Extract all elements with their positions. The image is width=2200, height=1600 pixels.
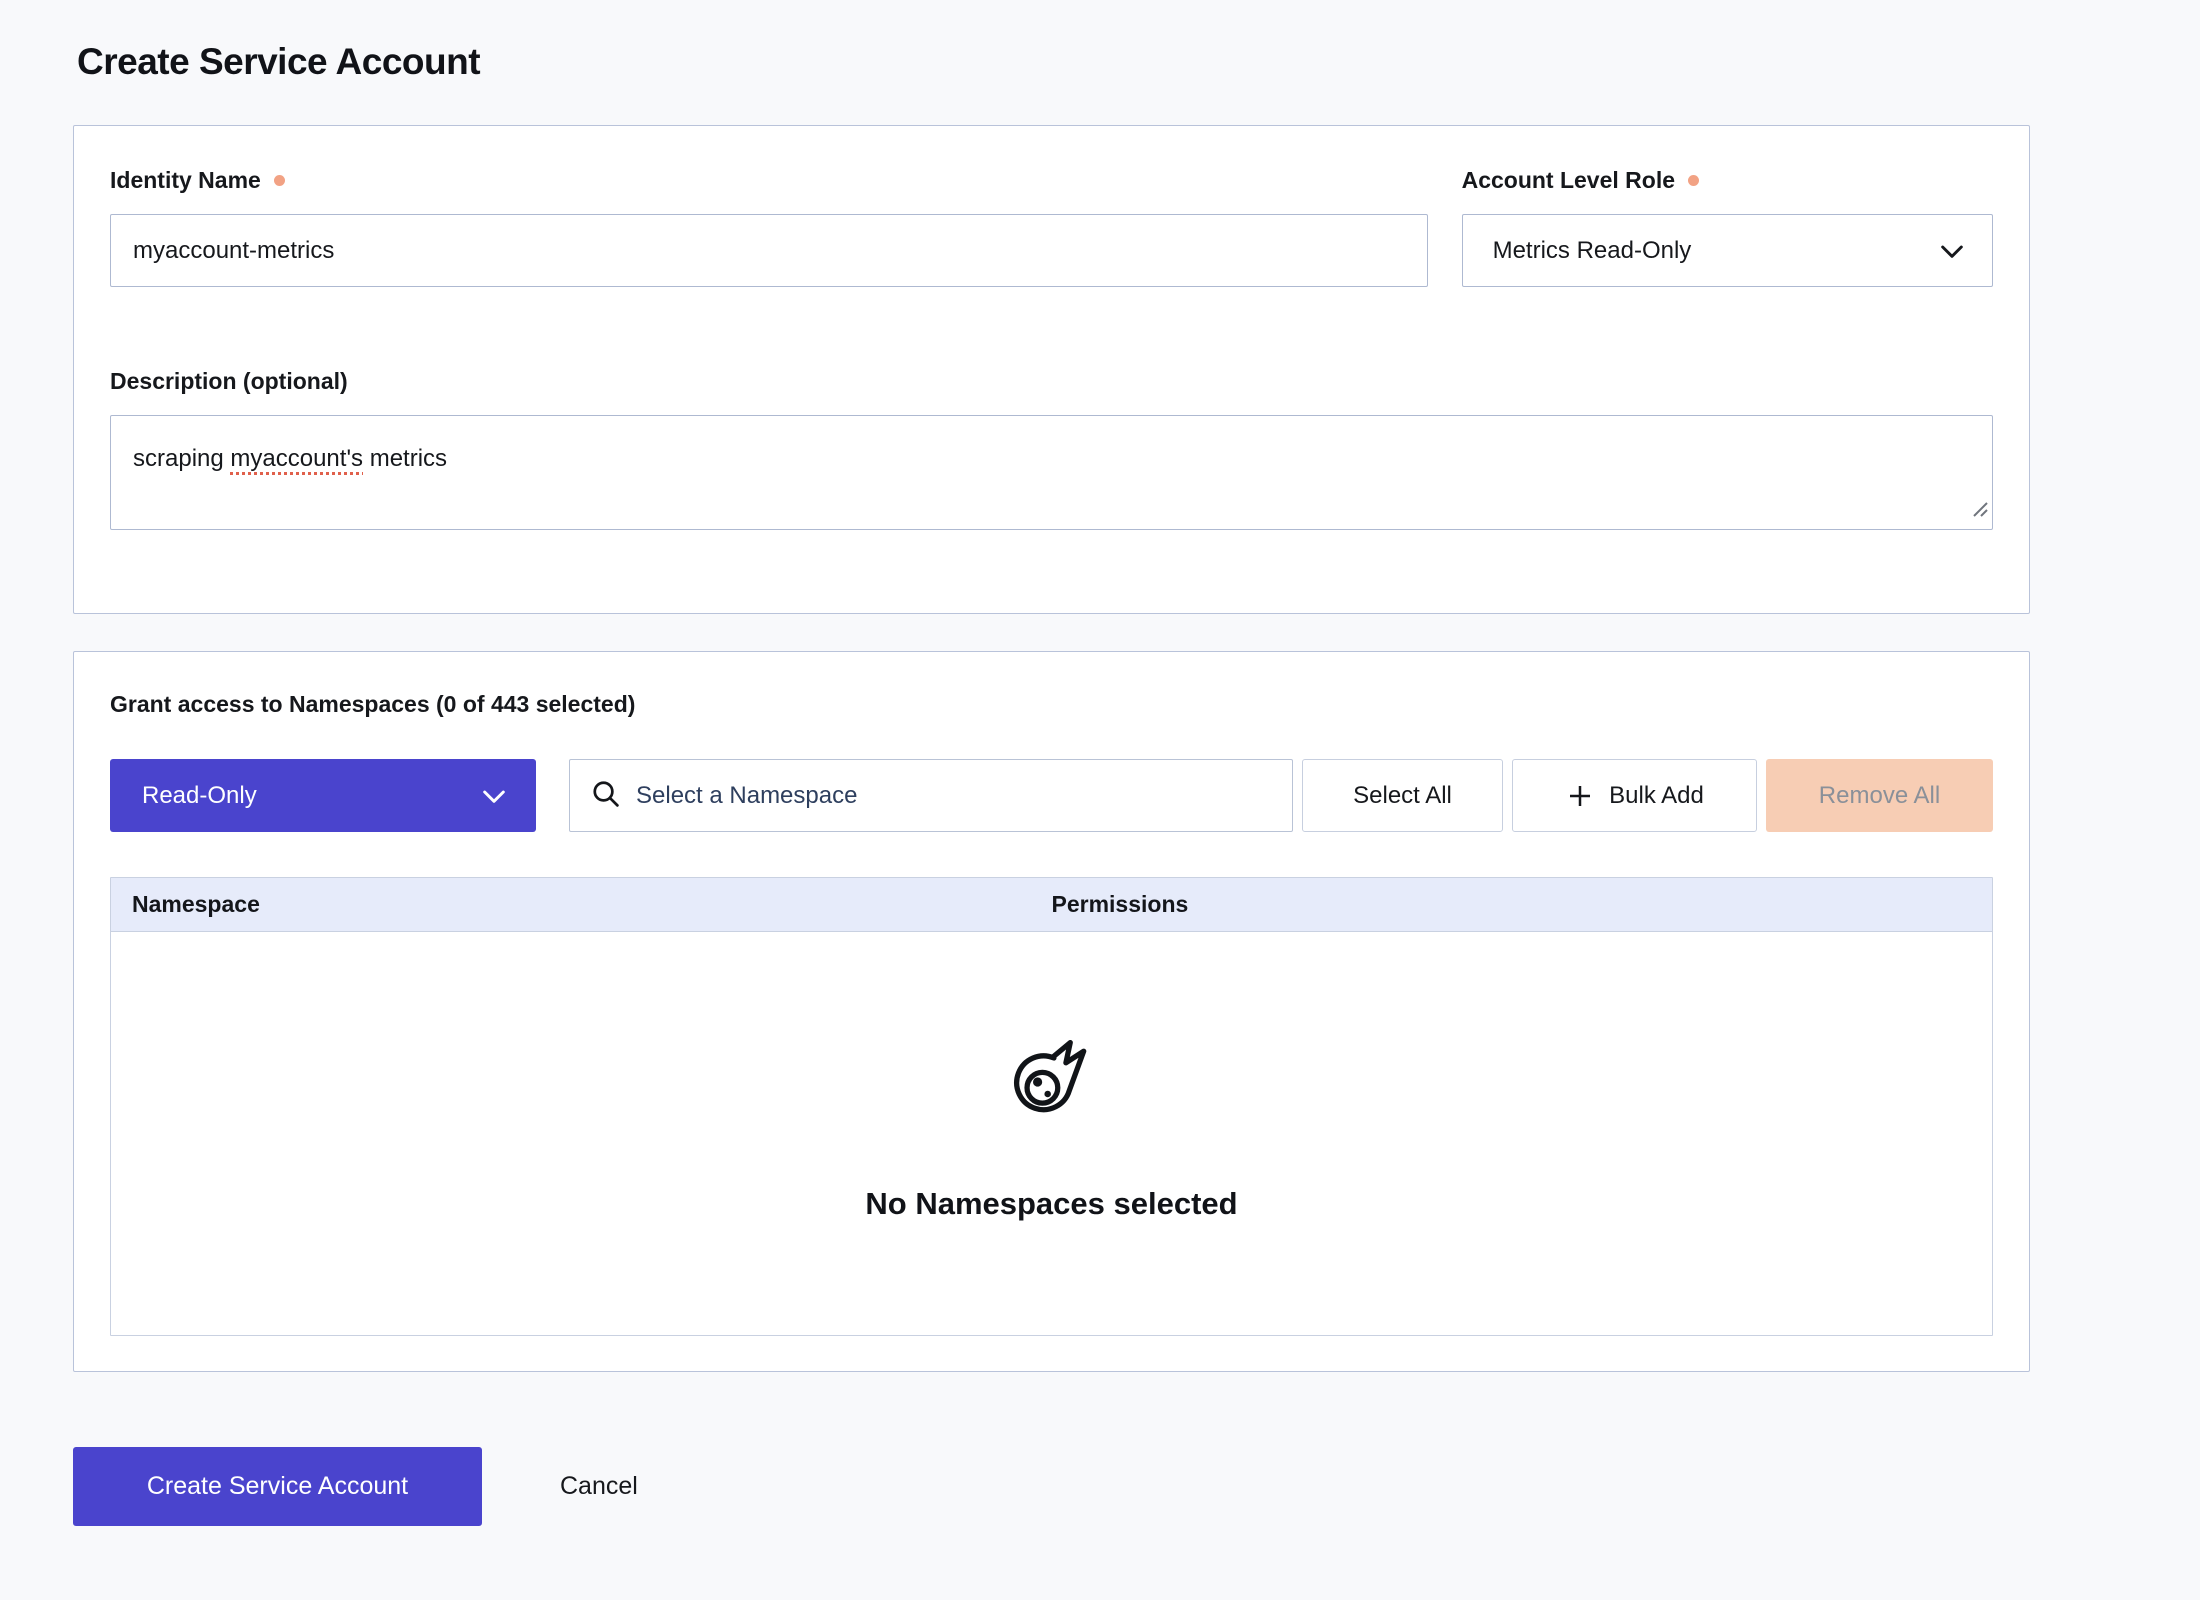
column-header-permissions: Permissions bbox=[1052, 891, 1993, 918]
search-icon bbox=[590, 778, 621, 814]
create-service-account-button[interactable]: Create Service Account bbox=[73, 1447, 482, 1526]
identity-card: Identity Name Account Level Role Metrics… bbox=[73, 125, 2030, 614]
bulk-add-button[interactable]: Bulk Add bbox=[1512, 759, 1757, 832]
required-indicator bbox=[274, 175, 285, 186]
empty-state-message: No Namespaces selected bbox=[865, 1186, 1237, 1222]
comet-icon bbox=[1004, 1033, 1100, 1134]
description-textarea[interactable]: scraping myaccount's metrics bbox=[110, 415, 1993, 530]
identity-name-field: Identity Name bbox=[110, 166, 1428, 287]
namespaces-table-header: Namespace Permissions bbox=[111, 878, 1992, 932]
account-level-role-select[interactable]: Metrics Read-Only bbox=[1462, 214, 1993, 287]
account-level-role-field: Account Level Role Metrics Read-Only bbox=[1462, 166, 1993, 287]
account-level-role-value: Metrics Read-Only bbox=[1493, 237, 1692, 265]
identity-name-input[interactable] bbox=[110, 214, 1428, 287]
identity-name-label: Identity Name bbox=[110, 166, 1428, 195]
chevron-down-icon bbox=[1936, 235, 1968, 267]
permission-role-value: Read-Only bbox=[142, 782, 257, 810]
account-level-role-label: Account Level Role bbox=[1462, 166, 1993, 195]
create-service-account-page: Create Service Account Identity Name Acc… bbox=[0, 0, 2030, 1526]
remove-all-button: Remove All bbox=[1766, 759, 1993, 832]
resize-handle-icon[interactable] bbox=[1970, 496, 1989, 526]
required-indicator bbox=[1688, 175, 1699, 186]
description-label: Description (optional) bbox=[110, 367, 1993, 396]
page-title: Create Service Account bbox=[77, 40, 2030, 84]
description-field: Description (optional) scraping myaccoun… bbox=[110, 367, 1993, 530]
namespaces-card: Grant access to Namespaces (0 of 443 sel… bbox=[73, 651, 2030, 1372]
chevron-down-icon bbox=[478, 780, 510, 812]
namespaces-heading: Grant access to Namespaces (0 of 443 sel… bbox=[110, 690, 1993, 719]
cancel-button[interactable]: Cancel bbox=[560, 1472, 638, 1501]
namespaces-table-empty-state: No Namespaces selected bbox=[111, 932, 1992, 1335]
misspelled-word: myaccount's bbox=[230, 445, 363, 472]
namespaces-table: Namespace Permissions No Namespaces sele… bbox=[110, 877, 1993, 1336]
namespace-search-input[interactable] bbox=[636, 782, 1272, 810]
column-header-namespace: Namespace bbox=[111, 891, 1052, 918]
namespace-search[interactable] bbox=[569, 759, 1293, 832]
plus-icon bbox=[1565, 781, 1595, 811]
select-all-button[interactable]: Select All bbox=[1302, 759, 1503, 832]
footer-actions: Create Service Account Cancel bbox=[73, 1447, 2030, 1526]
permission-role-dropdown[interactable]: Read-Only bbox=[110, 759, 536, 832]
